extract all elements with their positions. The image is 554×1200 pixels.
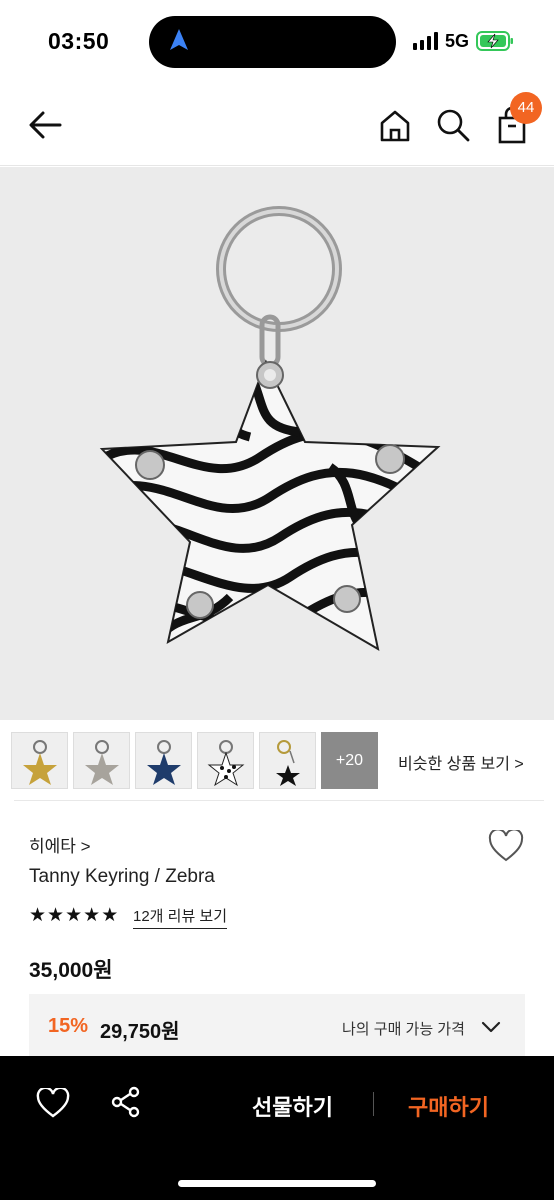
price-box[interactable]: 15% 29,750원 나의 구매 가능 가격 <box>29 994 525 1056</box>
star-icon: ★ <box>65 905 83 926</box>
cart-count-badge: 44 <box>510 92 542 124</box>
signal-icon <box>413 32 438 50</box>
polka-dot-star-icon <box>207 740 245 787</box>
thumbnail-silver-star[interactable] <box>73 732 130 789</box>
brand-link[interactable]: 히에타 > <box>29 832 91 857</box>
location-arrow-icon <box>170 29 188 50</box>
network-label: 5G <box>445 31 470 51</box>
thumbnail-dot-star[interactable] <box>197 732 254 789</box>
rating-stars: ★★★★★ <box>29 904 119 926</box>
silver-star-icon <box>85 740 119 785</box>
back-arrow-icon[interactable] <box>26 108 64 142</box>
thumbnail-strip: +20 비슷한 상품 보기 > <box>0 730 554 792</box>
zebra-star-keyring-image <box>99 206 441 651</box>
star-icon: ★ <box>101 905 119 926</box>
status-time: 03:50 <box>48 28 110 54</box>
star-icon: ★ <box>47 905 65 926</box>
search-icon[interactable] <box>436 108 470 142</box>
similar-products-link[interactable]: 비슷한 상품 보기 > <box>398 750 524 774</box>
chevron-down-icon <box>481 1021 501 1033</box>
product-detail-screen: 03:50 5G 44 +20 비슷한 상품 보기 > 히에타 > Tanny … <box>0 0 554 1200</box>
thumbnail-black-star[interactable] <box>259 732 316 789</box>
product-main-image[interactable] <box>0 167 554 720</box>
black-star-charm-icon <box>276 740 300 786</box>
discount-rate: 15% <box>48 1015 89 1037</box>
thumbnail-navy-star[interactable] <box>135 732 192 789</box>
home-indicator <box>178 1180 376 1187</box>
home-icon[interactable] <box>378 108 412 144</box>
heart-icon[interactable] <box>36 1088 70 1118</box>
product-name: Tanny Keyring / Zebra <box>29 866 215 887</box>
buy-button[interactable]: 구매하기 <box>408 1090 489 1122</box>
my-price-label: 나의 구매 가능 가격 <box>342 1021 465 1038</box>
thumbnail-gold-star[interactable] <box>11 732 68 789</box>
star-icon: ★ <box>83 905 101 926</box>
gold-star-icon <box>23 740 57 785</box>
top-nav <box>0 82 554 166</box>
divider <box>14 800 544 801</box>
share-icon[interactable] <box>110 1086 142 1118</box>
bar-separator <box>373 1092 374 1116</box>
heart-icon[interactable] <box>488 830 524 862</box>
thumbnail-more[interactable]: +20 <box>321 732 378 789</box>
review-link[interactable]: 12개 리뷰 보기 <box>133 905 228 929</box>
original-price: 35,000원 <box>29 959 113 982</box>
gift-button[interactable]: 선물하기 <box>252 1090 333 1122</box>
status-bar: 03:50 5G <box>0 0 554 82</box>
sale-price: 29,750원 <box>100 1021 180 1043</box>
star-icon: ★ <box>29 905 47 926</box>
bottom-action-bar: 선물하기 구매하기 <box>0 1056 554 1200</box>
navy-star-icon <box>147 740 181 785</box>
battery-charging-icon <box>476 31 513 51</box>
